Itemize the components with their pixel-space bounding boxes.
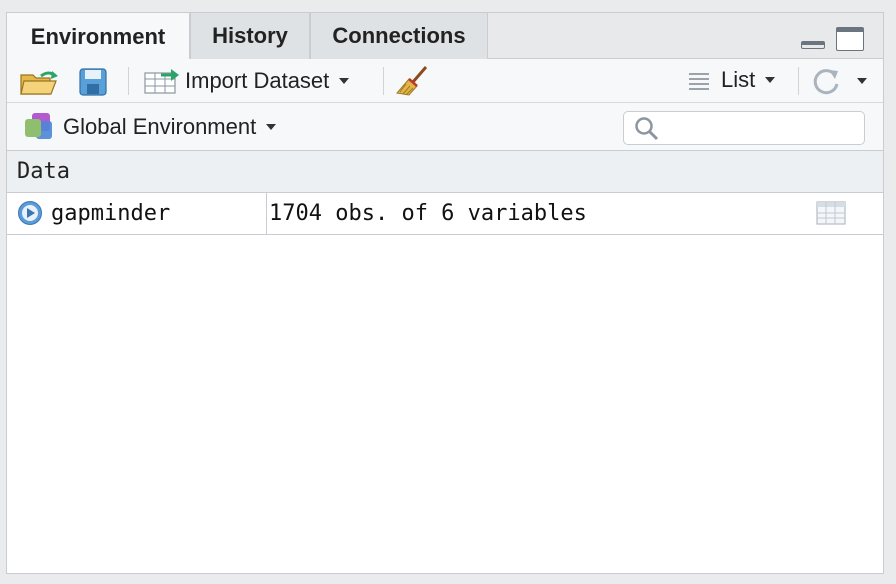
environment-selector-row: Global Environment bbox=[7, 103, 883, 151]
open-folder-icon bbox=[20, 71, 58, 95]
list-lines-icon bbox=[689, 73, 709, 90]
chevron-down-icon bbox=[765, 77, 776, 83]
environment-label: Global Environment bbox=[63, 114, 257, 139]
import-dataset-button[interactable]: Import Dataset bbox=[143, 67, 350, 95]
search-icon bbox=[635, 117, 659, 141]
toolbar: Import Dataset List bbox=[7, 59, 883, 103]
expand-arrow-icon[interactable] bbox=[17, 200, 43, 226]
clear-workspace-button[interactable] bbox=[395, 65, 431, 97]
view-mode-label: List bbox=[721, 67, 756, 92]
variable-value: 1704 obs. of 6 variables bbox=[269, 201, 587, 226]
column-divider bbox=[266, 193, 267, 235]
environment-stack-icon bbox=[25, 113, 52, 139]
chevron-down-icon bbox=[339, 78, 350, 84]
variable-name: gapminder bbox=[51, 201, 171, 226]
tab-environment[interactable]: Environment bbox=[7, 13, 190, 60]
tab-connections[interactable]: Connections bbox=[310, 13, 488, 59]
minimize-pane-icon[interactable] bbox=[801, 41, 825, 49]
toolbar-separator bbox=[383, 67, 384, 95]
toolbar-separator bbox=[798, 67, 799, 95]
import-dataset-label: Import Dataset bbox=[185, 68, 330, 93]
view-mode-dropdown[interactable]: List bbox=[687, 67, 776, 93]
environment-pane: Environment History Connections Import D… bbox=[6, 12, 884, 574]
import-table-icon bbox=[144, 69, 179, 94]
view-table-icon[interactable] bbox=[816, 201, 846, 225]
environment-dropdown[interactable]: Global Environment bbox=[23, 111, 277, 143]
save-disk-icon bbox=[79, 68, 107, 96]
search-input[interactable] bbox=[664, 116, 858, 140]
tab-connections-label: Connections bbox=[332, 23, 466, 48]
save-workspace-button[interactable] bbox=[79, 68, 107, 96]
toolbar-separator bbox=[128, 67, 129, 95]
tab-history-label: History bbox=[212, 23, 288, 48]
table-row[interactable]: gapminder 1704 obs. of 6 variables bbox=[7, 193, 883, 235]
tab-history[interactable]: History bbox=[190, 13, 310, 59]
chevron-down-icon bbox=[857, 78, 867, 84]
tab-bar: Environment History Connections bbox=[7, 13, 883, 60]
data-section-header: Data bbox=[7, 151, 883, 193]
load-workspace-button[interactable] bbox=[19, 67, 61, 97]
search-box[interactable] bbox=[623, 111, 865, 145]
refresh-button[interactable] bbox=[811, 66, 867, 96]
tab-environment-label: Environment bbox=[30, 23, 166, 49]
section-header-label: Data bbox=[17, 159, 70, 184]
refresh-icon bbox=[813, 69, 839, 95]
maximize-pane-icon[interactable] bbox=[836, 27, 864, 51]
broom-icon bbox=[396, 66, 428, 96]
chevron-down-icon bbox=[266, 124, 277, 130]
